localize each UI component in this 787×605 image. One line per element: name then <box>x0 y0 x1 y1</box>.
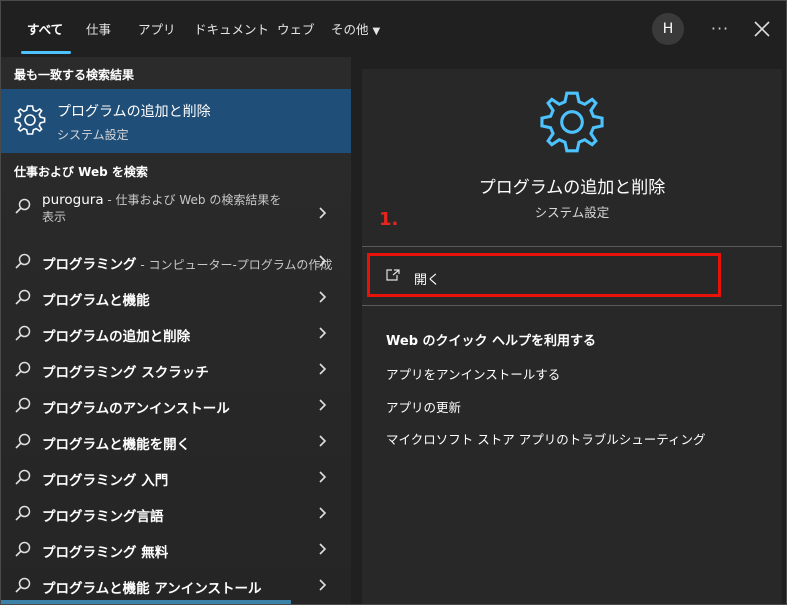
search-icon <box>15 198 31 214</box>
list-item-text: プログラミング言語 <box>42 509 164 525</box>
list-item-text: プログラミング - コンピューター-プログラムの作成 <box>42 253 332 273</box>
open-icon <box>386 269 400 281</box>
list-item-text: プログラムと機能 アンインストール <box>42 581 262 597</box>
best-match-subtitle: システム設定 <box>57 128 129 142</box>
list-item[interactable]: プログラムと機能 <box>1 279 351 315</box>
search-icon <box>15 289 31 305</box>
active-tab-indicator <box>21 51 71 54</box>
step-marker: 1. <box>379 209 399 230</box>
quick-help-heading: Web のクイック ヘルプを利用する <box>386 334 597 349</box>
chevron-right-icon <box>319 507 327 519</box>
result-description: - 仕事および Web の検索結果を <box>103 193 282 207</box>
search-tab-bar: すべて 仕事 アプリ ドキュメント ウェブ その他 ▼ H ··· <box>1 1 786 57</box>
result-description: - コンピューター-プログラムの作成 <box>136 258 333 272</box>
help-link-update[interactable]: アプリの更新 <box>386 397 461 416</box>
chevron-right-icon <box>319 327 327 339</box>
detail-subtitle: システム設定 <box>534 205 610 220</box>
close-icon[interactable] <box>749 15 775 43</box>
tab-more-label: その他 <box>331 22 369 37</box>
web-search-heading: 仕事および Web を検索 <box>14 165 148 179</box>
list-item-text: プログラミング 無料 <box>42 545 169 561</box>
tab-web[interactable]: ウェブ <box>277 19 315 41</box>
search-icon <box>15 577 31 593</box>
list-item[interactable]: プログラミング スクラッチ <box>1 351 351 387</box>
search-icon <box>15 397 31 413</box>
list-item-text: プログラミング 入門 <box>42 473 169 489</box>
list-item-text: purogura - 仕事および Web の検索結果を 表示 <box>42 191 281 225</box>
search-icon <box>15 505 31 521</box>
list-item[interactable]: プログラムの追加と削除 <box>1 315 351 351</box>
chevron-right-icon <box>319 399 327 411</box>
gear-icon <box>540 91 604 153</box>
search-window: すべて 仕事 アプリ ドキュメント ウェブ その他 ▼ H ··· 最も一致する検… <box>0 0 787 605</box>
search-icon <box>15 433 31 449</box>
list-item-text: プログラムと機能を開く <box>42 437 191 453</box>
list-item-text: プログラミング スクラッチ <box>42 365 209 381</box>
divider <box>362 246 782 247</box>
open-button[interactable]: 開く <box>414 269 440 288</box>
account-avatar[interactable]: H <box>652 13 684 45</box>
tab-all[interactable]: すべて <box>27 19 63 41</box>
chevron-right-icon <box>319 543 327 555</box>
help-link-troubleshoot[interactable]: マイクロソフト ストア アプリのトラブルシューティング <box>386 429 705 448</box>
more-options-icon[interactable]: ··· <box>707 15 733 43</box>
list-item[interactable]: purogura - 仕事および Web の検索結果を 表示 <box>1 189 351 237</box>
list-item[interactable]: プログラミング - コンピューター-プログラムの作成 <box>1 243 351 279</box>
list-item[interactable]: プログラミング 入門 <box>1 459 351 495</box>
search-icon <box>15 361 31 377</box>
tab-documents[interactable]: ドキュメント <box>194 19 269 41</box>
caret-down-icon: ▼ <box>372 26 381 37</box>
tab-work[interactable]: 仕事 <box>86 19 111 41</box>
search-icon <box>15 469 31 485</box>
result-query: purogura <box>42 192 104 208</box>
list-item-text: プログラムのアンインストール <box>42 401 230 417</box>
chevron-right-icon <box>319 363 327 375</box>
chevron-right-icon <box>319 471 327 483</box>
best-match-title: プログラムの追加と削除 <box>57 104 211 120</box>
best-match-item[interactable]: プログラムの追加と削除 システム設定 <box>1 89 351 153</box>
detail-panel: プログラムの追加と削除 システム設定 1. 開く Web のクイック ヘルプを利… <box>362 69 782 604</box>
chevron-right-icon <box>319 435 327 447</box>
results-panel: 最も一致する検索結果 プログラムの追加と削除 システム設定 仕事および Web … <box>1 57 351 604</box>
chevron-right-icon <box>319 207 327 219</box>
search-icon <box>15 325 31 341</box>
tab-more[interactable]: その他 ▼ <box>331 19 380 41</box>
chevron-right-icon <box>319 255 327 267</box>
list-item[interactable]: プログラムと機能を開く <box>1 423 351 459</box>
list-item[interactable]: プログラミング言語 <box>1 495 351 531</box>
divider <box>362 305 782 306</box>
result-description-cont: 表示 <box>42 210 67 224</box>
best-match-heading: 最も一致する検索結果 <box>14 68 135 82</box>
help-link-uninstall[interactable]: アプリをアンインストールする <box>386 364 560 383</box>
list-item[interactable]: プログラムと機能 アンインストール <box>1 567 351 603</box>
search-icon <box>15 253 31 269</box>
result-query: プログラミング <box>42 257 137 273</box>
scroll-accent <box>1 600 291 604</box>
list-item[interactable]: プログラミング 無料 <box>1 531 351 567</box>
search-icon <box>15 541 31 557</box>
list-item-text: プログラムの追加と削除 <box>42 329 191 345</box>
chevron-right-icon <box>319 291 327 303</box>
tab-apps[interactable]: アプリ <box>138 19 176 41</box>
list-item[interactable]: プログラムのアンインストール <box>1 387 351 423</box>
gear-icon <box>14 105 46 135</box>
chevron-right-icon <box>319 579 327 591</box>
detail-title: プログラムの追加と削除 <box>478 178 666 198</box>
list-item-text: プログラムと機能 <box>42 293 150 309</box>
